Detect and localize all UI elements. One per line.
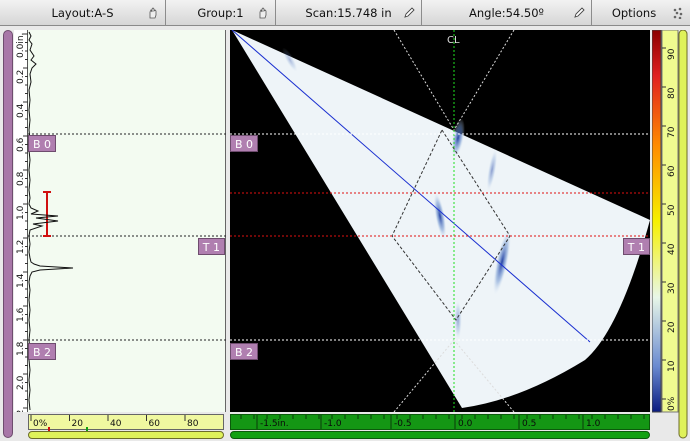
color-palette-bar: 90 80 70 60 50 40 30 20 10 0% xyxy=(652,30,688,439)
group-button[interactable]: Group:1 xyxy=(166,0,276,26)
depth-tick-label: 1.8 xyxy=(16,341,26,356)
palette-tick-label: 10 xyxy=(667,360,677,372)
gate-b2-tag[interactable]: B 2 xyxy=(28,343,57,360)
amplitude-tick-label: 0% xyxy=(33,419,48,429)
gate-b2-tag[interactable]: B 2 xyxy=(230,343,259,360)
gate-b0-tag[interactable]: B 0 xyxy=(230,135,259,152)
palette-tick-label: 20 xyxy=(667,321,677,333)
position-scrollbar[interactable] xyxy=(230,431,650,439)
palette-tick-label: 60 xyxy=(667,165,677,177)
palette-tick-label: 0% xyxy=(667,396,677,411)
s-scan-panel[interactable]: CL B 0 T 1 B 2 xyxy=(230,30,650,412)
layout-label: Layout:A-S xyxy=(51,6,114,20)
depth-tick-label: 0.4 xyxy=(16,103,26,118)
gate-b0-tag[interactable]: B 0 xyxy=(28,135,57,152)
hand-icon xyxy=(149,7,157,19)
position-scale: -1.5in. -1.0 -0.5 0.0 0.5 1.0 xyxy=(230,414,650,430)
position-tick-label: 0.0 xyxy=(458,419,473,429)
ultrasonic-app: Layout:A-S Group:1 Scan:15.748 in Angle:… xyxy=(0,0,690,441)
depth-scrollbar[interactable] xyxy=(3,30,13,438)
amplitude-tick-label: 20 xyxy=(72,419,84,429)
amplitude-scale: 0% 20 40 60 80 xyxy=(28,414,224,431)
palette-tick-label: 80 xyxy=(667,87,677,99)
position-tick-label: 1.0 xyxy=(586,419,601,429)
depth-tick-label: 1.2 xyxy=(16,240,26,254)
a-scan-panel[interactable]: B 0 T 1 B 2 xyxy=(28,30,226,412)
palette-tick-label: 40 xyxy=(667,243,677,255)
centerline-label: CL xyxy=(447,35,460,46)
hand-icon xyxy=(259,7,267,19)
palette-tick-label: 70 xyxy=(667,126,677,138)
grid-dots-icon xyxy=(673,7,683,19)
depth-tick-label: 0.8 xyxy=(16,171,26,186)
depth-tick-label: 0.2 xyxy=(16,70,26,84)
depth-tick-label: 1.4 xyxy=(16,273,26,288)
options-button[interactable]: Options xyxy=(592,0,690,26)
group-label: Group:1 xyxy=(197,6,244,20)
gate-t1-tag[interactable]: T 1 xyxy=(197,238,225,255)
position-tick-label: -1.0 xyxy=(324,419,342,429)
palette-tick-label: 50 xyxy=(667,204,677,216)
options-label: Options xyxy=(611,6,657,20)
gate-t1-tag[interactable]: T 1 xyxy=(622,238,650,255)
scan-label: Scan:15.748 in xyxy=(305,6,392,20)
depth-tick-label: 0.6 xyxy=(16,137,26,152)
palette-tick-label: 90 xyxy=(667,48,677,60)
depth-tick-label: 2.2 xyxy=(16,410,26,412)
position-tick-label: 0.5 xyxy=(522,419,536,429)
amplitude-tick-label: 60 xyxy=(149,419,161,429)
indication xyxy=(454,300,462,340)
depth-tick-label: 1.6 xyxy=(16,307,26,322)
position-tick-label: -0.5 xyxy=(394,419,412,429)
top-toolbar: Layout:A-S Group:1 Scan:15.748 in Angle:… xyxy=(0,0,690,26)
amplitude-scrollbar[interactable] xyxy=(28,431,224,439)
pencil-icon xyxy=(574,7,585,18)
amplitude-tick-label: 40 xyxy=(110,419,122,429)
pencil-icon xyxy=(404,7,415,18)
angle-button[interactable]: Angle:54.50º xyxy=(422,0,592,26)
depth-tick-label: 0.0in. xyxy=(16,33,26,58)
depth-axis: 0.0in. 0.2 0.4 0.6 0.8 1.0 1.2 1.4 1.6 1.8 2.0 2.2 xyxy=(14,30,28,412)
position-tick-label: -1.5in. xyxy=(260,419,289,429)
palette-tick-label: 30 xyxy=(667,282,677,294)
layout-button[interactable]: Layout:A-S xyxy=(0,0,166,26)
depth-tick-label: 1.0 xyxy=(16,205,26,220)
depth-tick-label: 2.0 xyxy=(16,375,26,390)
palette-scrollbar[interactable] xyxy=(678,30,688,439)
guide-line xyxy=(453,30,515,131)
angle-label: Angle:54.50º xyxy=(469,6,544,20)
palette-gradient xyxy=(652,30,662,413)
scan-button[interactable]: Scan:15.748 in xyxy=(276,0,422,26)
amplitude-tick-label: 80 xyxy=(187,419,199,429)
